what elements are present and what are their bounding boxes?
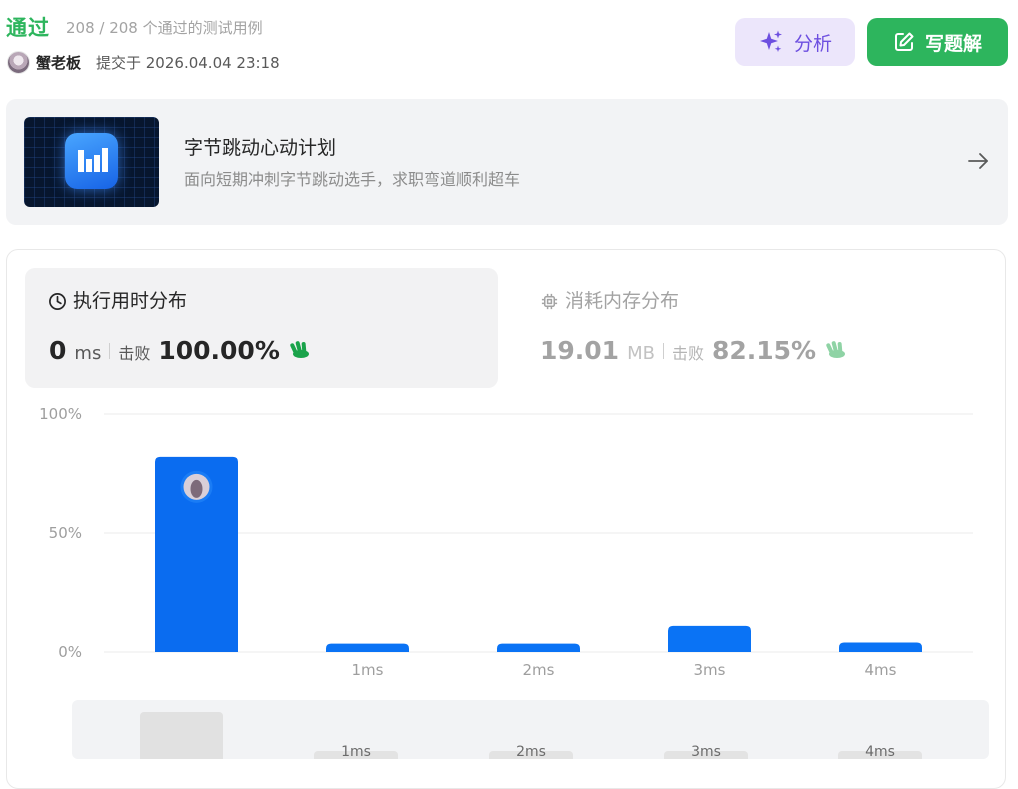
slider-label: 3ms bbox=[691, 744, 721, 760]
memory-card[interactable] bbox=[520, 268, 990, 388]
promo-subtitle: 面向短期冲刺字节跳动选手，求职弯道顺利超车 bbox=[184, 170, 521, 189]
write-solution-button[interactable]: 写题解 bbox=[867, 18, 1008, 66]
memory-value: 19.01 bbox=[540, 336, 620, 365]
runtime-value: 0 bbox=[49, 336, 67, 365]
submission-time: 提交于 2026.04.04 23:18 bbox=[96, 54, 280, 72]
slider-label: 1ms bbox=[341, 744, 371, 760]
runtime-label: 执行用时分布 bbox=[73, 290, 188, 312]
memory-unit: MB bbox=[627, 343, 655, 364]
testcase-summary: 208 / 208 个通过的测试用例 bbox=[66, 19, 263, 37]
promo-card[interactable]: 字节跳动心动计划 面向短期冲刺字节跳动选手，求职弯道顺利超车 bbox=[6, 99, 1008, 225]
username[interactable]: 蟹老板 bbox=[36, 53, 81, 73]
user-marker-figure bbox=[190, 479, 203, 498]
analyze-button[interactable]: 分析 bbox=[735, 18, 855, 66]
promo-title: 字节跳动心动计划 bbox=[184, 137, 337, 159]
divider bbox=[109, 343, 111, 359]
memory-metric-row: 19.01 MB 击败 82.15% bbox=[540, 336, 848, 366]
y-tick-label: 0% bbox=[58, 643, 82, 661]
edit-icon bbox=[894, 32, 914, 51]
runtime-label-row: 执行用时分布 bbox=[48, 289, 187, 313]
slider-label: 2ms bbox=[516, 744, 546, 760]
bytedance-logo bbox=[65, 133, 118, 189]
x-tick-label: 3ms bbox=[694, 661, 726, 679]
chart-bar[interactable] bbox=[497, 643, 580, 652]
x-tick-label: 1ms bbox=[352, 661, 384, 679]
avatar[interactable] bbox=[7, 51, 30, 74]
chart-bar[interactable] bbox=[839, 642, 922, 652]
chip-icon bbox=[541, 293, 558, 309]
memory-beat-label: 击败 bbox=[671, 344, 704, 363]
memory-label-row: 消耗内存分布 bbox=[540, 289, 679, 313]
memory-label: 消耗内存分布 bbox=[565, 290, 680, 312]
y-tick-label: 50% bbox=[49, 524, 82, 542]
write-solution-label: 写题解 bbox=[924, 32, 982, 55]
y-tick-label: 100% bbox=[39, 405, 82, 423]
sparkle-icon bbox=[759, 30, 782, 52]
analyze-label: 分析 bbox=[793, 32, 832, 55]
clock-icon bbox=[49, 292, 66, 310]
runtime-card[interactable] bbox=[25, 268, 498, 388]
memory-beat-value: 82.15% bbox=[711, 336, 817, 365]
promo-thumbnail bbox=[24, 117, 159, 207]
x-tick-label: 4ms bbox=[865, 661, 897, 679]
runtime-beat-label: 击败 bbox=[118, 344, 151, 363]
divider bbox=[662, 343, 664, 359]
range-slider-handle[interactable] bbox=[140, 712, 223, 759]
runtime-metric-row: 0 ms 击败 100.00% bbox=[49, 336, 312, 366]
slider-label: 4ms bbox=[865, 744, 895, 760]
chart-bar[interactable] bbox=[668, 625, 751, 652]
x-tick-label: 2ms bbox=[523, 661, 555, 679]
clap-icon bbox=[826, 341, 846, 358]
runtime-unit: ms bbox=[74, 343, 102, 364]
chart-bar[interactable] bbox=[326, 643, 409, 652]
arrow-right-icon[interactable] bbox=[966, 149, 990, 173]
runtime-beat-value: 100.00% bbox=[158, 336, 280, 365]
clap-icon bbox=[290, 341, 309, 358]
runtime-distribution-chart[interactable]: 0% 50% 100% 1ms 2ms 3ms 4ms bbox=[0, 400, 1018, 690]
status-label: 通过 bbox=[6, 16, 50, 40]
